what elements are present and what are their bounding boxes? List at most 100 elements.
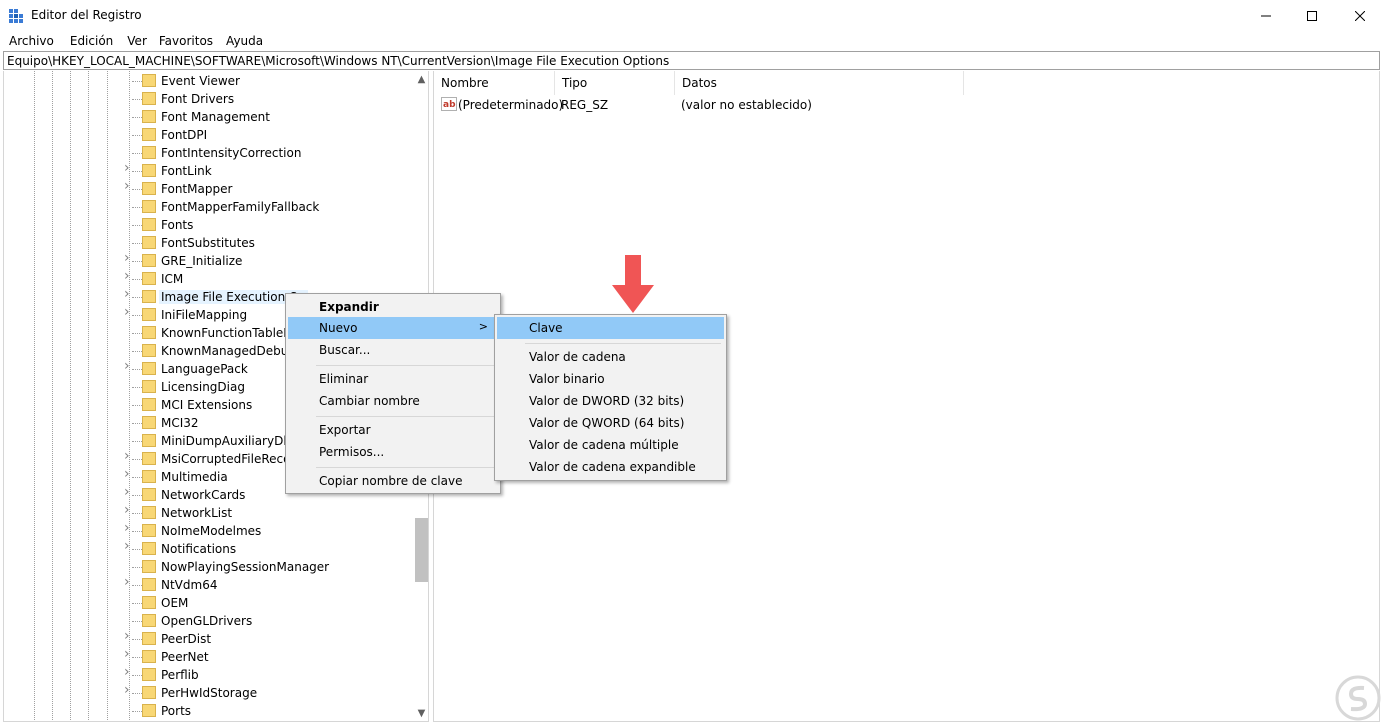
folder-icon	[142, 164, 156, 177]
menu-rename[interactable]: Cambiar nombre	[288, 390, 498, 412]
menu-ver[interactable]: Ver	[127, 31, 147, 51]
tree-item[interactable]: Font Drivers	[4, 90, 414, 108]
tree-item[interactable]: Fonts	[4, 216, 414, 234]
maximize-button[interactable]	[1289, 0, 1335, 31]
tree-item[interactable]: FontMapperFamilyFallback	[4, 198, 414, 216]
menu-copy-key-name[interactable]: Copiar nombre de clave	[288, 470, 498, 492]
menu-delete[interactable]: Eliminar	[288, 368, 498, 390]
tree-item-label: Multimedia	[161, 470, 228, 484]
chevron-right-icon[interactable]: ›	[124, 269, 134, 283]
tree-item-label: Ports	[161, 704, 192, 718]
address-path: Equipo\HKEY_LOCAL_MACHINE\SOFTWARE\Micro…	[7, 54, 670, 68]
tree-item-label: FontMapperFamilyFallback	[161, 200, 320, 214]
chevron-right-icon[interactable]: ›	[124, 539, 134, 553]
submenu-string-value[interactable]: Valor de cadena	[497, 346, 724, 368]
tree-item[interactable]: OEM	[4, 594, 414, 612]
scroll-down-icon[interactable]: ▼	[413, 705, 428, 721]
tree-item[interactable]: FontDPI	[4, 126, 414, 144]
menu-separator	[316, 365, 496, 366]
tree-item[interactable]: › PerHwIdStorage	[4, 683, 414, 702]
chevron-right-icon[interactable]: ›	[124, 647, 134, 661]
chevron-right-icon[interactable]: ›	[124, 449, 134, 463]
tree-item[interactable]: › FontLink	[4, 161, 414, 180]
close-button[interactable]	[1337, 0, 1383, 31]
tree-item-label: KnownFunctionTableDl	[161, 326, 296, 340]
tree-item[interactable]: Font Management	[4, 108, 414, 126]
tree-item[interactable]: OpenGLDrivers	[4, 612, 414, 630]
tree-item[interactable]: › Notifications	[4, 539, 414, 558]
watermark-logo-icon	[1335, 675, 1381, 721]
tree-item-label: Fonts	[161, 218, 194, 232]
tree-item[interactable]: › GRE_Initialize	[4, 251, 414, 270]
folder-icon	[142, 236, 156, 249]
menu-permissions[interactable]: Permisos...	[288, 441, 498, 463]
submenu-multi-string-value[interactable]: Valor de cadena múltiple	[497, 434, 724, 456]
tree-item-label: LanguagePack	[161, 362, 248, 376]
tree-connector	[132, 297, 142, 298]
chevron-right-icon[interactable]: ›	[124, 305, 134, 319]
submenu-expandable-string-value[interactable]: Valor de cadena expandible	[497, 456, 724, 478]
menu-find[interactable]: Buscar...	[288, 339, 498, 361]
folder-icon	[142, 326, 156, 339]
submenu-dword-value[interactable]: Valor de DWORD (32 bits)	[497, 390, 724, 412]
chevron-right-icon[interactable]: ›	[124, 521, 134, 535]
tree-item[interactable]: › Perflib	[4, 665, 414, 684]
submenu-qword-value[interactable]: Valor de QWORD (64 bits)	[497, 412, 724, 434]
menu-archivo[interactable]: Archivo	[9, 31, 54, 51]
folder-icon	[142, 182, 156, 195]
chevron-right-icon[interactable]: ›	[124, 629, 134, 643]
down-arrow-icon	[612, 255, 654, 313]
tree-connector	[132, 405, 142, 406]
tree-item-label: ICM	[161, 272, 184, 286]
chevron-right-icon[interactable]: ›	[124, 251, 134, 265]
menu-edicion[interactable]: Edición	[70, 31, 113, 51]
value-row[interactable]: ab (Predeterminado) REG_SZ (valor no est…	[434, 95, 1381, 115]
tree-connector	[132, 585, 142, 586]
submenu-key[interactable]: Clave	[497, 317, 724, 339]
tree-item[interactable]: › PeerDist	[4, 629, 414, 648]
column-header-name[interactable]: Nombre	[434, 71, 555, 95]
tree-item[interactable]: NowPlayingSessionManager	[4, 558, 414, 576]
tree-item[interactable]: FontIntensityCorrection	[4, 144, 414, 162]
chevron-right-icon[interactable]: ›	[124, 359, 134, 373]
folder-icon	[142, 488, 156, 501]
chevron-right-icon[interactable]: ›	[124, 683, 134, 697]
menu-expand[interactable]: Expandir	[288, 296, 498, 318]
menu-ayuda[interactable]: Ayuda	[226, 31, 263, 51]
chevron-right-icon[interactable]: ›	[124, 161, 134, 175]
scroll-up-icon[interactable]: ▲	[413, 71, 428, 88]
tree-item[interactable]: › ICM	[4, 269, 414, 288]
tree-item[interactable]: › NetworkList	[4, 503, 414, 522]
folder-icon	[142, 470, 156, 483]
address-bar[interactable]: Equipo\HKEY_LOCAL_MACHINE\SOFTWARE\Micro…	[3, 51, 1380, 70]
folder-icon	[142, 398, 156, 411]
tree-connector	[132, 657, 142, 658]
tree-item[interactable]: › NtVdm64	[4, 575, 414, 594]
tree-item-label: MCI32	[161, 416, 199, 430]
chevron-right-icon[interactable]: ›	[124, 575, 134, 589]
tree-item[interactable]: › FontMapper	[4, 179, 414, 198]
tree-item[interactable]: FontSubstitutes	[4, 234, 414, 252]
menu-favoritos[interactable]: Favoritos	[159, 31, 213, 51]
submenu-binary-value[interactable]: Valor binario	[497, 368, 724, 390]
tree-item[interactable]: › PeerNet	[4, 647, 414, 666]
column-header-type[interactable]: Tipo	[555, 71, 675, 95]
tree-item[interactable]: Event Viewer	[4, 72, 414, 90]
tree-item[interactable]: Ports	[4, 702, 414, 720]
tree-item-label: Font Management	[161, 110, 270, 124]
chevron-right-icon[interactable]: ›	[124, 503, 134, 517]
menu-new-label: Nuevo	[319, 321, 358, 335]
chevron-right-icon[interactable]: ›	[124, 485, 134, 499]
tree-connector	[132, 567, 142, 568]
minimize-button[interactable]	[1243, 0, 1289, 31]
column-header-data[interactable]: Datos	[675, 71, 964, 95]
tree-item[interactable]: › NoImeModelmes	[4, 521, 414, 540]
tree-item-label: NoImeModelmes	[161, 524, 262, 538]
chevron-right-icon[interactable]: ›	[124, 179, 134, 193]
menu-new[interactable]: Nuevo >	[288, 317, 498, 339]
chevron-right-icon[interactable]: ›	[124, 287, 134, 301]
scroll-thumb[interactable]	[415, 518, 428, 582]
chevron-right-icon[interactable]: ›	[124, 665, 134, 679]
chevron-right-icon[interactable]: ›	[124, 467, 134, 481]
menu-export[interactable]: Exportar	[288, 419, 498, 441]
